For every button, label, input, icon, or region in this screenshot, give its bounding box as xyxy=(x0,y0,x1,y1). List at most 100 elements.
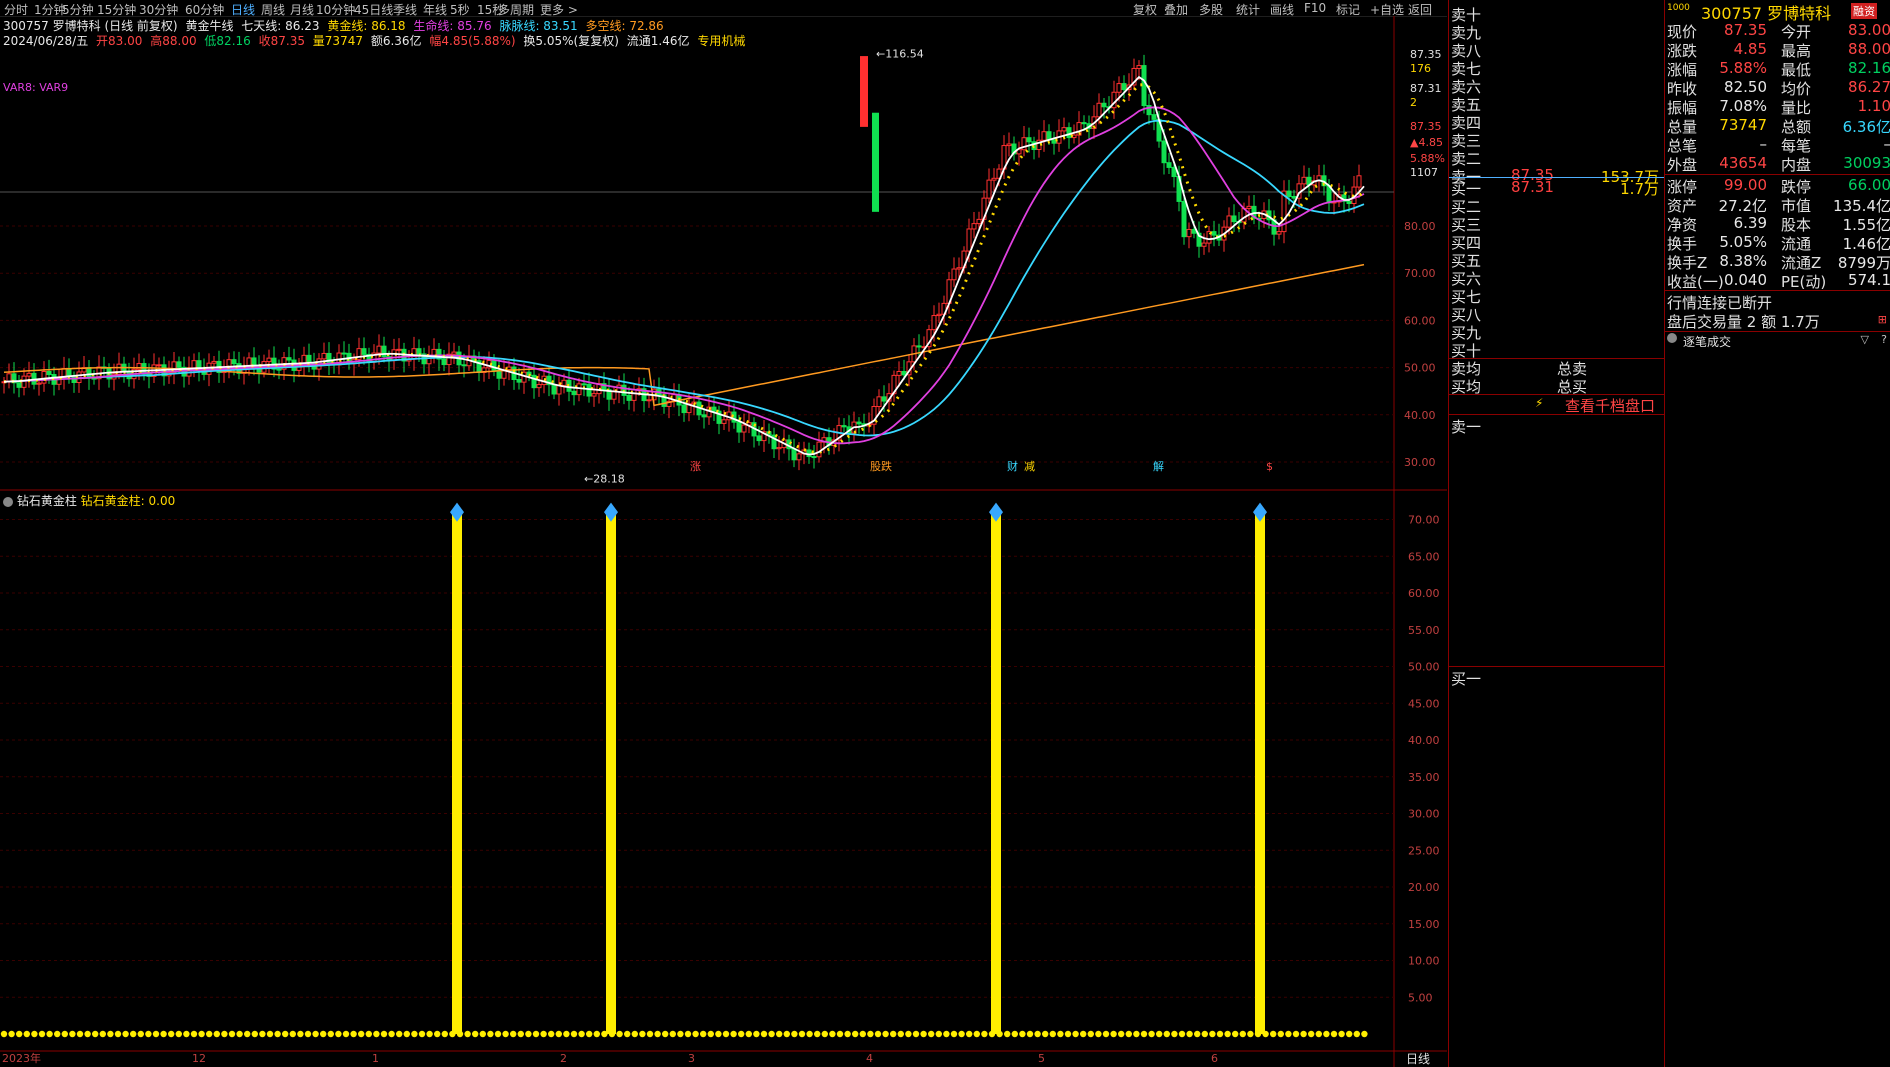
quote-value: 7.08% xyxy=(1719,97,1767,115)
help-icon[interactable]: ? xyxy=(1881,333,1887,346)
zero-dot xyxy=(23,1030,30,1038)
candle-body xyxy=(916,345,922,348)
zero-dot xyxy=(266,1030,274,1038)
candle-body xyxy=(856,421,862,425)
quote-row: 换手 5.05% 流通 1.46亿 xyxy=(1665,233,1890,253)
zero-dot xyxy=(327,1030,334,1038)
var-label: VAR8: VAR9 xyxy=(3,81,69,94)
zero-dot xyxy=(677,1030,684,1038)
collapse-icon[interactable] xyxy=(1667,333,1677,343)
zero-dot xyxy=(722,1030,730,1038)
sub-tick: 20.00 xyxy=(1408,881,1440,894)
sell-row: 卖九 xyxy=(1449,22,1665,42)
candle-body xyxy=(86,367,92,379)
zero-dot xyxy=(966,1030,973,1038)
zero-dot xyxy=(1254,1030,1262,1038)
filter-icon[interactable]: ▽ xyxy=(1861,333,1869,346)
zero-dot xyxy=(312,1030,319,1038)
zero-dot xyxy=(1080,1030,1087,1038)
zero-dot xyxy=(190,1030,198,1038)
tool-button-5[interactable]: F10 xyxy=(1304,1,1326,15)
price-tick: 60.00 xyxy=(1404,314,1436,327)
zero-dot xyxy=(304,1030,312,1038)
zero-dot xyxy=(183,1030,190,1038)
zero-dot xyxy=(1049,1030,1057,1038)
candle-body xyxy=(796,453,802,461)
zero-dot xyxy=(852,1030,859,1038)
candle-body xyxy=(561,379,567,386)
zero-dot xyxy=(905,1030,912,1038)
collapse-icon[interactable] xyxy=(3,496,13,507)
candle-body xyxy=(516,378,522,383)
zero-dot xyxy=(753,1030,760,1038)
sub-tick: 40.00 xyxy=(1408,734,1440,747)
bar-turnover: 换5.05%(复复权) xyxy=(523,34,619,48)
zero-dot xyxy=(228,1030,236,1038)
date-tick: 6 xyxy=(1211,1052,1218,1065)
zero-dot xyxy=(1102,1030,1110,1038)
sub-tick: 50.00 xyxy=(1408,661,1440,674)
zero-dot xyxy=(616,1030,623,1038)
quote-label: 换手Z xyxy=(1667,254,1708,272)
deep-book-link[interactable]: 查看千档盘口 xyxy=(1565,395,1655,416)
industry-tag: 专用机械 xyxy=(697,34,746,48)
kline-chart[interactable]: 80.0070.0060.0050.0040.0030.0087.3517687… xyxy=(0,16,1447,1067)
zero-dot xyxy=(548,1030,555,1038)
indicator-name[interactable]: 黄金牛线 xyxy=(185,19,233,33)
candle-body xyxy=(536,384,542,389)
zero-dot xyxy=(213,1030,220,1038)
sub-tick: 55.00 xyxy=(1408,624,1440,637)
quote-value: 88.00 xyxy=(1848,40,1890,58)
zero-dot xyxy=(411,1030,418,1038)
zero-dot xyxy=(479,1030,486,1038)
candle-body xyxy=(1136,65,1142,69)
zero-dot xyxy=(1095,1030,1102,1038)
candle-body xyxy=(756,435,762,442)
candle-body xyxy=(1006,143,1012,147)
duokong-line xyxy=(3,263,1365,407)
trough-label: ←28.18 xyxy=(584,472,625,485)
quote-label: 最高 xyxy=(1781,42,1812,60)
zero-dot xyxy=(1346,1030,1353,1038)
period-label: 日线 xyxy=(1406,1052,1431,1066)
margin-badge: 融资 xyxy=(1851,3,1877,19)
zero-dot xyxy=(745,1030,752,1038)
candle-body xyxy=(841,425,847,428)
buy-row: 买一 87.31 1.7万 xyxy=(1449,178,1665,198)
zero-dot xyxy=(198,1030,205,1038)
grid-icon[interactable]: ⊞ xyxy=(1878,313,1887,326)
candle-body xyxy=(971,223,977,230)
zero-dot xyxy=(517,1030,524,1038)
quote-value: 4.85 xyxy=(1733,40,1767,58)
ticks-title: 逐笔成交 xyxy=(1683,335,1732,349)
zero-dot xyxy=(1178,1030,1186,1038)
quote-value: 30093 xyxy=(1843,154,1890,172)
zero-dot xyxy=(31,1030,38,1038)
zero-dot xyxy=(570,1030,578,1038)
sell-row: 卖五 xyxy=(1449,94,1665,114)
zero-dot xyxy=(1026,1030,1034,1038)
zero-dot xyxy=(988,1030,996,1038)
zero-dot xyxy=(152,1030,160,1038)
zero-dot xyxy=(1285,1030,1292,1038)
zero-dot xyxy=(206,1030,213,1038)
quote-label: 流通 xyxy=(1781,235,1812,253)
quote-label: 均价 xyxy=(1781,80,1812,98)
candle-body xyxy=(1291,195,1297,199)
zero-dot xyxy=(46,1030,53,1038)
divider xyxy=(1665,331,1890,332)
zero-dot xyxy=(510,1030,517,1038)
zero-dot xyxy=(669,1030,676,1038)
quote-row: 涨停 99.00 跌停 66.00 xyxy=(1665,176,1890,196)
zero-dot xyxy=(449,1030,456,1038)
event-marker: 股跌 xyxy=(870,459,892,473)
zero-dot xyxy=(1163,1030,1171,1038)
zero-dot xyxy=(160,1030,167,1038)
event-marker: 减 xyxy=(1024,460,1035,473)
zero-dot xyxy=(715,1030,722,1038)
zero-dot xyxy=(168,1030,175,1038)
zero-dot xyxy=(1232,1030,1239,1038)
candle-body xyxy=(71,375,77,383)
zero-dot xyxy=(1118,1030,1125,1038)
zero-dot xyxy=(441,1030,448,1038)
